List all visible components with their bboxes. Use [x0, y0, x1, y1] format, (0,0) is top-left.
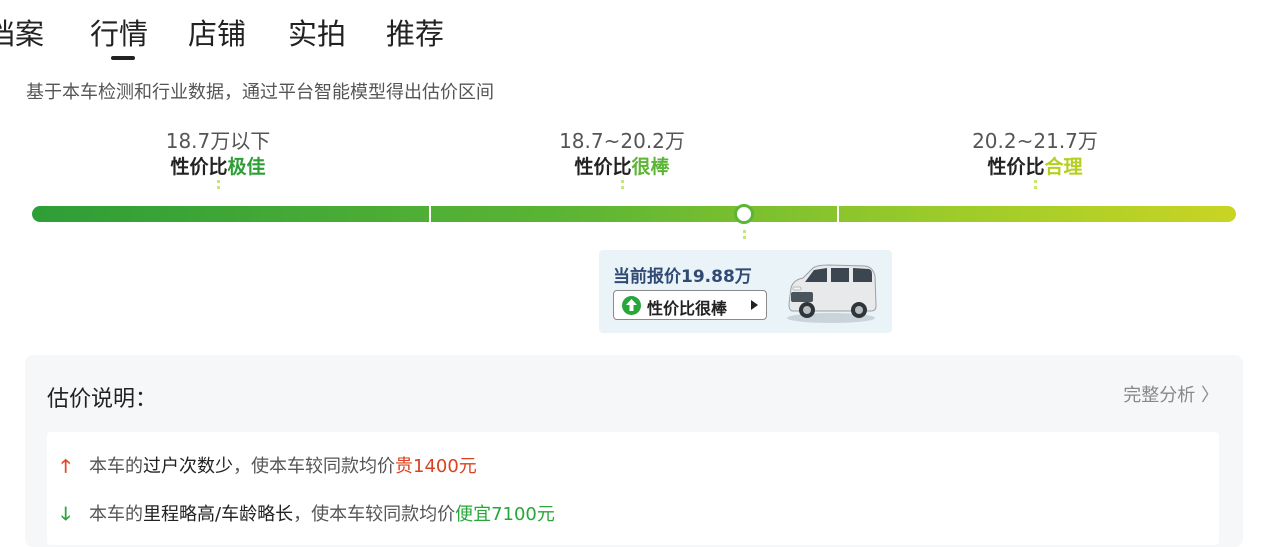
tab-recommend[interactable]: 推荐 — [386, 14, 444, 54]
zone-label-prefix: 性价比 — [574, 156, 632, 178]
zone-range: 20.2~21.7万 — [972, 129, 1098, 153]
active-tab-indicator — [111, 56, 135, 60]
price-range-bar — [32, 206, 1236, 222]
row-prefix: 本车的 — [89, 504, 143, 525]
row-middle: ，使本车较同款均价 — [233, 456, 395, 477]
tab-store[interactable]: 店铺 — [188, 14, 246, 54]
zone-dots — [1033, 180, 1037, 192]
zone-label: 性价比极佳 — [68, 154, 368, 180]
price-zone-excellent: 18.7万以下 性价比极佳 — [68, 128, 368, 192]
marker-dots — [743, 230, 746, 242]
full-analysis-link[interactable]: 完整分析 〉 — [1123, 381, 1219, 407]
zone-label-prefix: 性价比 — [987, 156, 1045, 178]
tab-market[interactable]: 行情 — [90, 14, 148, 54]
zone-dots — [216, 180, 220, 192]
rating-button[interactable]: 性价比很棒 — [613, 290, 767, 320]
price-zone-great: 18.7~20.2万 性价比很棒 — [472, 128, 772, 192]
car-image — [787, 264, 877, 323]
arrow-down-icon: 🡓 — [61, 504, 71, 525]
current-price-card: 当前报价19.88万 性价比很棒 — [599, 250, 892, 333]
bar-separator — [429, 206, 431, 222]
tab-photos[interactable]: 实拍 — [288, 14, 346, 54]
list-item: 🡓 本车的里程略高/车龄略长，使本车较同款均价便宜7100元 — [61, 500, 555, 532]
zone-label-prefix: 性价比 — [170, 156, 228, 178]
zone-label: 性价比很棒 — [472, 154, 772, 180]
panel-title: 估价说明： — [47, 387, 158, 412]
row-effect: 贵1400元 — [395, 456, 477, 477]
arrow-up-icon: 🡑 — [61, 456, 71, 477]
zone-label-rating: 极佳 — [227, 156, 266, 178]
zone-label: 性价比合理 — [885, 154, 1185, 180]
bar-separator — [837, 206, 839, 222]
tab-profile[interactable]: 档案 — [0, 14, 44, 54]
rating-button-label: 性价比很棒 — [647, 299, 728, 318]
row-effect: 便宜7100元 — [455, 504, 555, 525]
valuation-explanation-panel: 估价说明： 完整分析 〉 🡑 本车的过户次数少，使本车较同款均价贵1400元 🡓 本… — [25, 355, 1243, 547]
valuation-subtitle: 基于本车检测和行业数据，通过平台智能模型得出估价区间 — [26, 82, 494, 103]
play-arrow-icon — [751, 300, 758, 310]
zone-label-rating: 很棒 — [631, 156, 670, 178]
arrow-up-circle-icon — [622, 296, 641, 315]
zone-range: 18.7万以下 — [165, 129, 271, 153]
explanation-list: 🡑 本车的过户次数少，使本车较同款均价贵1400元 🡓 本车的里程略高/车龄略长，使… — [47, 432, 1219, 545]
row-middle: ，使本车较同款均价 — [293, 504, 456, 525]
row-highlight: 过户次数少 — [143, 456, 233, 477]
current-price-label: 当前报价19.88万 — [613, 267, 752, 287]
zone-range: 18.7~20.2万 — [559, 129, 685, 153]
row-prefix: 本车的 — [89, 456, 143, 477]
list-item: 🡑 本车的过户次数少，使本车较同款均价贵1400元 — [61, 452, 477, 484]
zone-label-rating: 合理 — [1044, 156, 1083, 178]
tab-bar: 档案 行情 店铺 实拍 推荐 — [0, 14, 600, 64]
current-price-marker — [734, 204, 754, 224]
row-highlight: 里程略高/车龄略长 — [143, 504, 294, 525]
zone-dots — [620, 180, 624, 192]
price-zone-reasonable: 20.2~21.7万 性价比合理 — [885, 128, 1185, 192]
